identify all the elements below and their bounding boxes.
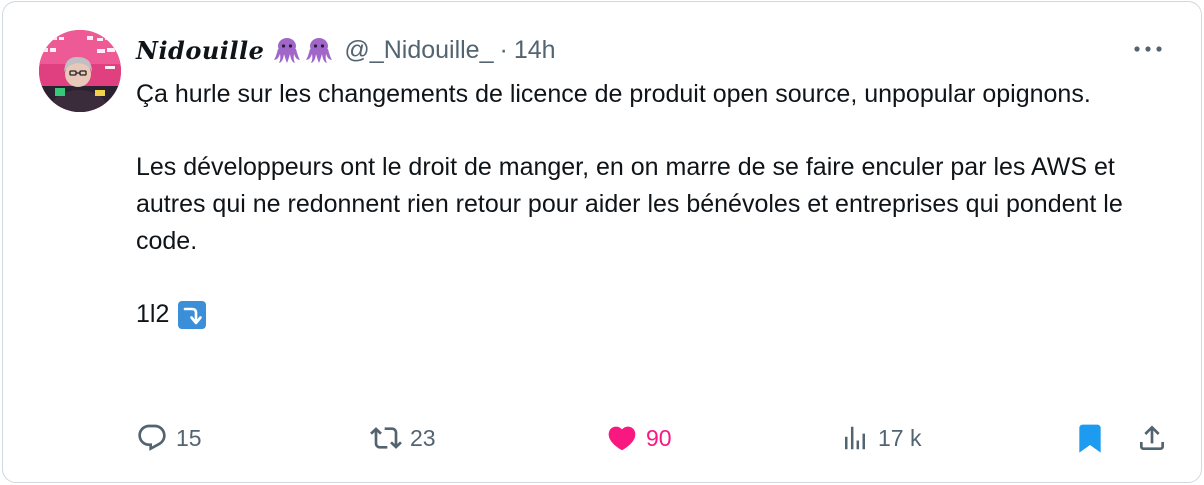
avatar[interactable] (39, 30, 121, 112)
heart-icon (608, 426, 636, 451)
share-button[interactable] (1136, 420, 1168, 456)
tweet-card[interactable]: Nidouille @_Nidouille_ · 14h Ça hurle su… (2, 1, 1202, 483)
reply-icon (138, 424, 166, 451)
retweet-button[interactable]: 23 (370, 420, 436, 456)
retweet-icon (370, 427, 402, 449)
like-count: 90 (646, 424, 672, 451)
octopus-icon (274, 38, 301, 63)
user-handle[interactable]: @_Nidouille_ (344, 36, 493, 65)
display-name[interactable]: Nidouille (136, 36, 264, 65)
separator-dot: · (499, 35, 508, 64)
more-options-button[interactable] (1131, 36, 1165, 62)
bookmark-button[interactable] (1074, 420, 1106, 456)
views-chart-icon (845, 426, 865, 450)
right-arrow-curving-down-icon (177, 300, 207, 330)
avatar-image (39, 30, 121, 112)
share-icon (1140, 425, 1164, 450)
tweet-header: Nidouille @_Nidouille_ · 14h (136, 32, 556, 68)
octopus-icon (306, 38, 333, 63)
more-dots-icon (1134, 46, 1162, 52)
views-count: 17 k (878, 424, 922, 451)
tweet-paragraph: Les développeurs ont le droit de manger,… (136, 153, 1123, 255)
thread-counter: 1l2 (136, 300, 170, 328)
tweet-actions: 15 23 90 17 k (136, 420, 1176, 456)
reply-count: 15 (176, 424, 202, 451)
tweet-paragraph: Ça hurle sur les changements de licence … (136, 80, 1091, 108)
name-emojis (272, 35, 334, 65)
bookmark-icon (1079, 424, 1101, 453)
tweet-text: Ça hurle sur les changements de licence … (136, 76, 1176, 333)
like-button[interactable]: 90 (606, 420, 672, 456)
timestamp[interactable]: 14h (514, 36, 556, 65)
reply-button[interactable]: 15 (136, 420, 202, 456)
thread-counter-line: 1l2 (136, 296, 1176, 333)
views-button[interactable]: 17 k (840, 420, 921, 456)
retweet-count: 23 (410, 424, 436, 451)
